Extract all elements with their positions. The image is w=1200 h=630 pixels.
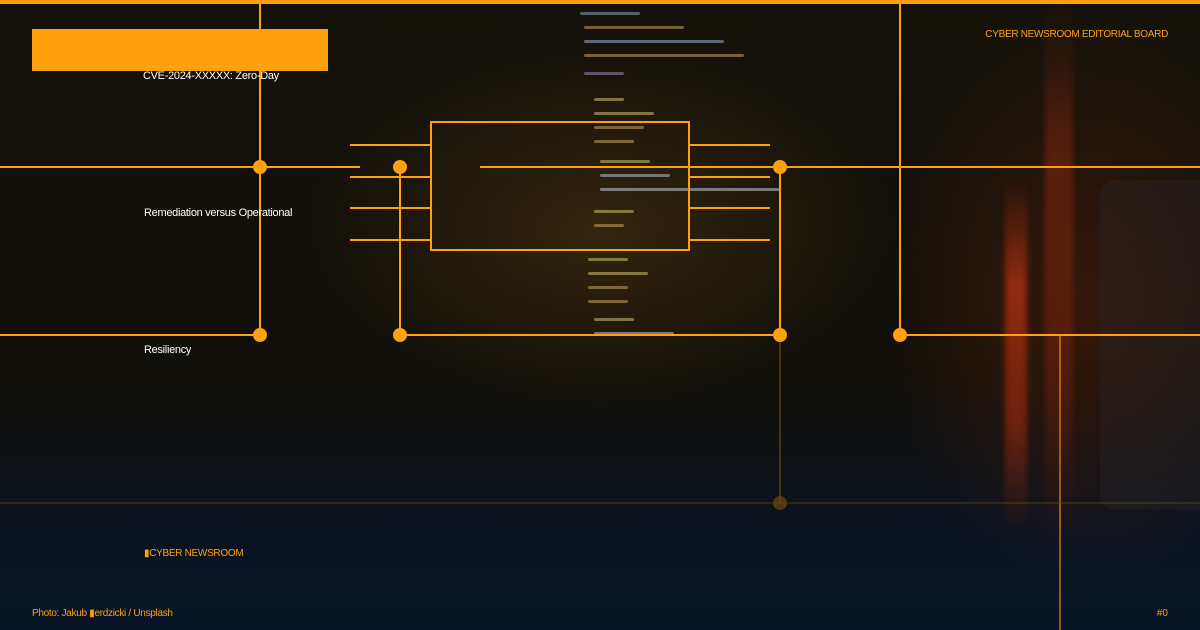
circuit-node — [773, 328, 787, 342]
page-number: #0 — [1156, 608, 1168, 619]
editorial-board-label: CYBER NEWSROOM EDITORIAL BOARD — [985, 29, 1168, 40]
faint-circuit-node — [773, 496, 787, 510]
circuit-node — [773, 160, 787, 174]
topic-text: Remediation versus Operational — [144, 207, 293, 219]
photo-credit: Photo: Jakub ▮erdzicki / Unsplash — [32, 608, 173, 619]
circuit-node — [253, 328, 267, 342]
circuit-lines-decoration — [0, 0, 1200, 630]
hero-card: CVE-2024-XXXXX: Zero-Day Remediation ver… — [0, 0, 1200, 630]
circuit-node — [393, 328, 407, 342]
headline-text: CVE-2024-XXXXX: Zero-Day — [143, 70, 279, 82]
topic-text: Resiliency — [144, 344, 192, 356]
title-highlight-bar — [32, 29, 328, 71]
circuit-node — [393, 160, 407, 174]
circuit-node — [253, 160, 267, 174]
chip-outline — [430, 121, 690, 251]
brand-label: ▮CYBER NEWSROOM — [144, 548, 244, 559]
circuit-node — [893, 328, 907, 342]
